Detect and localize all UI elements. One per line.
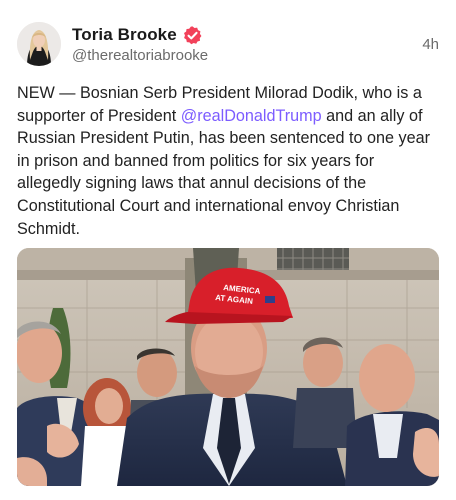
avatar[interactable] xyxy=(17,22,61,66)
display-name[interactable]: Toria Brooke xyxy=(72,25,177,45)
name-row: Toria Brooke xyxy=(72,24,203,46)
author-handle[interactable]: @therealtoriabrooke xyxy=(72,47,208,64)
post-card: Toria Brooke @therealtoriabrooke 4h NEW … xyxy=(0,0,456,500)
post-text: NEW — Bosnian Serb President Milorad Dod… xyxy=(17,82,441,240)
verified-badge-icon xyxy=(182,25,203,46)
post-text-part2: and an ally of Russian President Putin, … xyxy=(17,106,431,238)
post-timestamp[interactable]: 4h xyxy=(422,36,439,53)
post-header: Toria Brooke @therealtoriabrooke 4h xyxy=(17,22,439,68)
mention-link[interactable]: @realDonaldTrump xyxy=(181,107,322,125)
avatar-image xyxy=(17,22,61,66)
post-media-image[interactable]: AMERICA AT AGAIN xyxy=(17,248,439,486)
photo-crowd-scene: AMERICA AT AGAIN xyxy=(17,248,439,486)
